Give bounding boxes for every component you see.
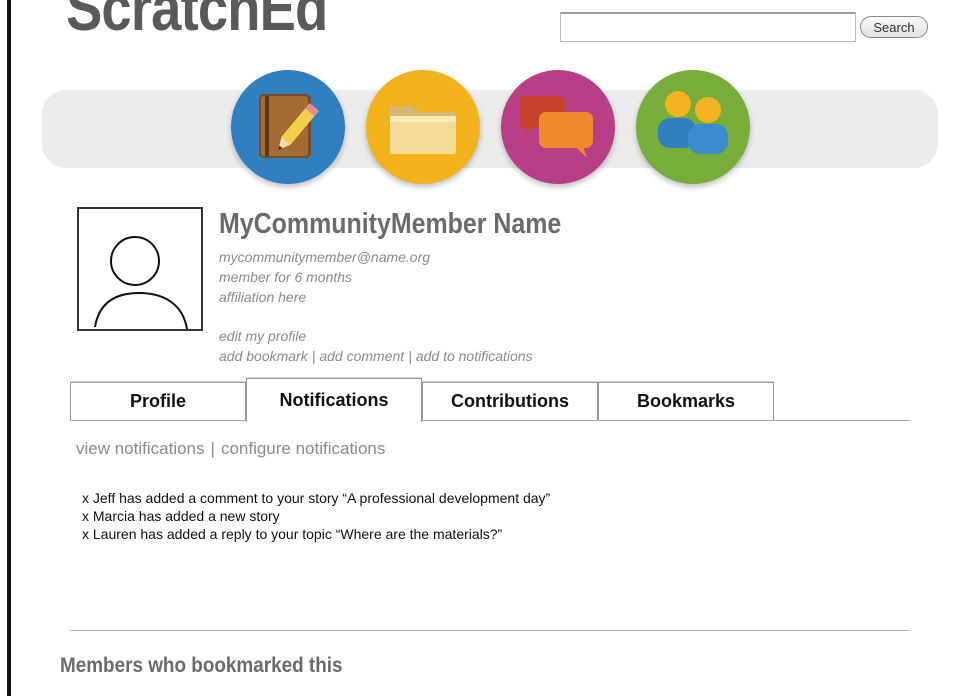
member-affiliation: affiliation here (219, 289, 307, 305)
nav-discussions-button[interactable] (501, 70, 615, 184)
add-to-notifications-link[interactable]: add to notifications (416, 348, 533, 364)
nav-community-button[interactable] (636, 70, 750, 184)
notebook-pencil-icon (259, 94, 319, 158)
list-item[interactable]: x Lauren has added a reply to your topic… (82, 525, 550, 543)
add-bookmark-link[interactable]: add bookmark (219, 348, 308, 364)
nav-bar (42, 90, 938, 168)
search-input[interactable] (560, 12, 856, 42)
tab-baseline (70, 420, 910, 421)
chat-bubbles-icon (519, 96, 593, 158)
tab-bookmarks[interactable]: Bookmarks (598, 382, 774, 420)
separator: | (210, 439, 215, 458)
folder-icon (390, 106, 456, 154)
list-item[interactable]: x Jeff has added a comment to your story… (82, 489, 550, 507)
view-notifications-link[interactable]: view notifications (76, 439, 205, 458)
separator: | (311, 348, 316, 364)
user-silhouette-icon (94, 236, 188, 330)
left-border (7, 0, 11, 696)
section-divider (70, 630, 910, 631)
nav-resources-button[interactable] (366, 70, 480, 184)
list-item[interactable]: x Marcia has added a new story (82, 507, 550, 525)
nav-stories-button[interactable] (231, 70, 345, 184)
site-logo[interactable]: ScratchEd (66, 0, 328, 40)
member-name: MyCommunityMember Name (219, 208, 562, 240)
tab-contributions[interactable]: Contributions (422, 382, 598, 420)
member-email: mycommunitymember@name.org (219, 249, 431, 265)
tab-notifications[interactable]: Notifications (246, 378, 422, 422)
people-icon (658, 91, 728, 154)
edit-profile-link[interactable]: edit my profile (219, 328, 306, 344)
members-bookmarked-heading: Members who bookmarked this (60, 654, 343, 677)
notification-list: x Jeff has added a comment to your story… (82, 489, 550, 543)
profile-actions: add bookmark | add comment | add to notifica… (219, 348, 533, 364)
add-comment-link[interactable]: add comment (319, 348, 404, 364)
separator: | (408, 348, 412, 364)
member-since: member for 6 months (219, 269, 353, 285)
configure-notifications-link[interactable]: configure notifications (221, 439, 385, 458)
avatar (77, 207, 203, 331)
tab-profile[interactable]: Profile (70, 382, 246, 420)
notification-sublinks: view notifications | configure notificatio… (76, 439, 385, 459)
search-button[interactable]: Search (860, 16, 928, 38)
